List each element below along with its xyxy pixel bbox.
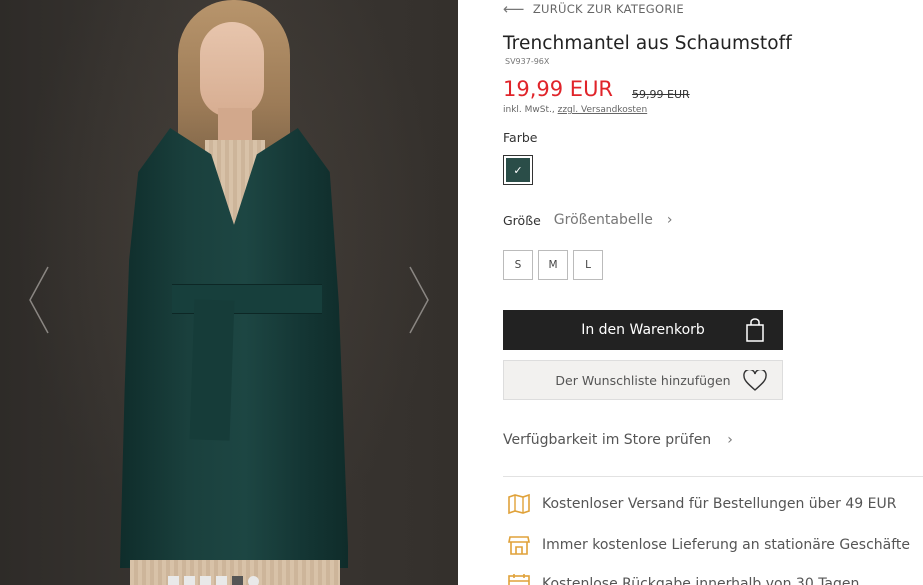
divider [503,476,923,477]
size-option-s[interactable]: S [503,250,533,280]
benefit-text: Immer kostenlose Lieferung an stationäre… [542,537,911,553]
shipping-costs-link[interactable]: zzgl. Versandkosten [558,105,648,115]
swatch-fill: ✓ [506,158,530,182]
product-sku: SV937-96X [505,57,550,66]
benefit-text: Kostenloser Versand für Bestellungen übe… [542,496,897,512]
benefit-store-delivery: Immer kostenlose Lieferung an stationäre… [507,533,910,557]
size-options: S M L [503,250,603,280]
product-details: ⟵ ZURÜCK ZUR KATEGORIE Trenchmantel aus … [503,0,923,585]
gallery-pagination [168,576,259,585]
size-row: Größe Größentabelle › [503,212,673,228]
gallery-dot[interactable] [184,576,195,585]
size-option-l[interactable]: L [573,250,603,280]
add-to-wishlist-label: Der Wunschliste hinzufügen [555,372,731,388]
gallery-next-button[interactable] [408,265,430,335]
back-to-category-link[interactable]: ⟵ ZURÜCK ZUR KATEGORIE [503,0,684,18]
product-old-price: 59,99 EUR [632,88,690,101]
tax-text: inkl. MwSt., [503,105,555,115]
gallery-dot[interactable] [232,576,243,585]
model-face [200,22,264,117]
coat-belt-tail [189,299,235,441]
color-label: Farbe [503,130,538,145]
gallery-dot[interactable] [216,576,227,585]
chevron-right-icon: › [666,212,673,228]
size-label: Größe [503,212,541,228]
add-to-cart-label: In den Warenkorb [581,322,705,338]
heart-icon [743,370,767,391]
gallery-prev-button[interactable] [28,265,50,335]
benefit-free-returns: Kostenlose Rückgabe innerhalb von 30 Tag… [507,572,859,585]
chevron-right-icon: › [727,432,733,448]
benefit-text: Kostenlose Rückgabe innerhalb von 30 Tag… [542,576,860,585]
size-chart-link[interactable]: Größentabelle [554,212,653,228]
back-link-label: ZURÜCK ZUR KATEGORIE [532,2,684,16]
color-swatch-selected[interactable]: ✓ [503,155,533,185]
arrow-left-icon: ⟵ [503,0,525,18]
store-availability-link[interactable]: Verfügbarkeit im Store prüfen › [503,432,733,448]
gallery-dot[interactable] [200,576,211,585]
tax-info: inkl. MwSt., zzgl. Versandkosten [503,105,647,115]
store-icon [508,536,530,555]
calendar-icon [508,574,530,585]
check-icon: ✓ [513,163,523,177]
add-to-cart-button[interactable]: In den Warenkorb [503,310,783,350]
product-title: Trenchmantel aus Schaumstoff [503,33,792,54]
shopping-bag-icon [746,318,764,342]
gallery-dot[interactable] [248,576,259,585]
gallery-dot[interactable] [168,576,179,585]
store-availability-label: Verfügbarkeit im Store prüfen [503,432,712,448]
product-image-gallery [0,0,458,585]
chevron-left-icon [29,266,49,334]
benefit-free-shipping: Kostenloser Versand für Bestellungen übe… [507,492,896,516]
map-icon [508,493,530,515]
size-option-m[interactable]: M [538,250,568,280]
chevron-right-icon [409,266,429,334]
product-price: 19,99 EUR [503,77,614,101]
add-to-wishlist-button[interactable]: Der Wunschliste hinzufügen [503,360,783,400]
